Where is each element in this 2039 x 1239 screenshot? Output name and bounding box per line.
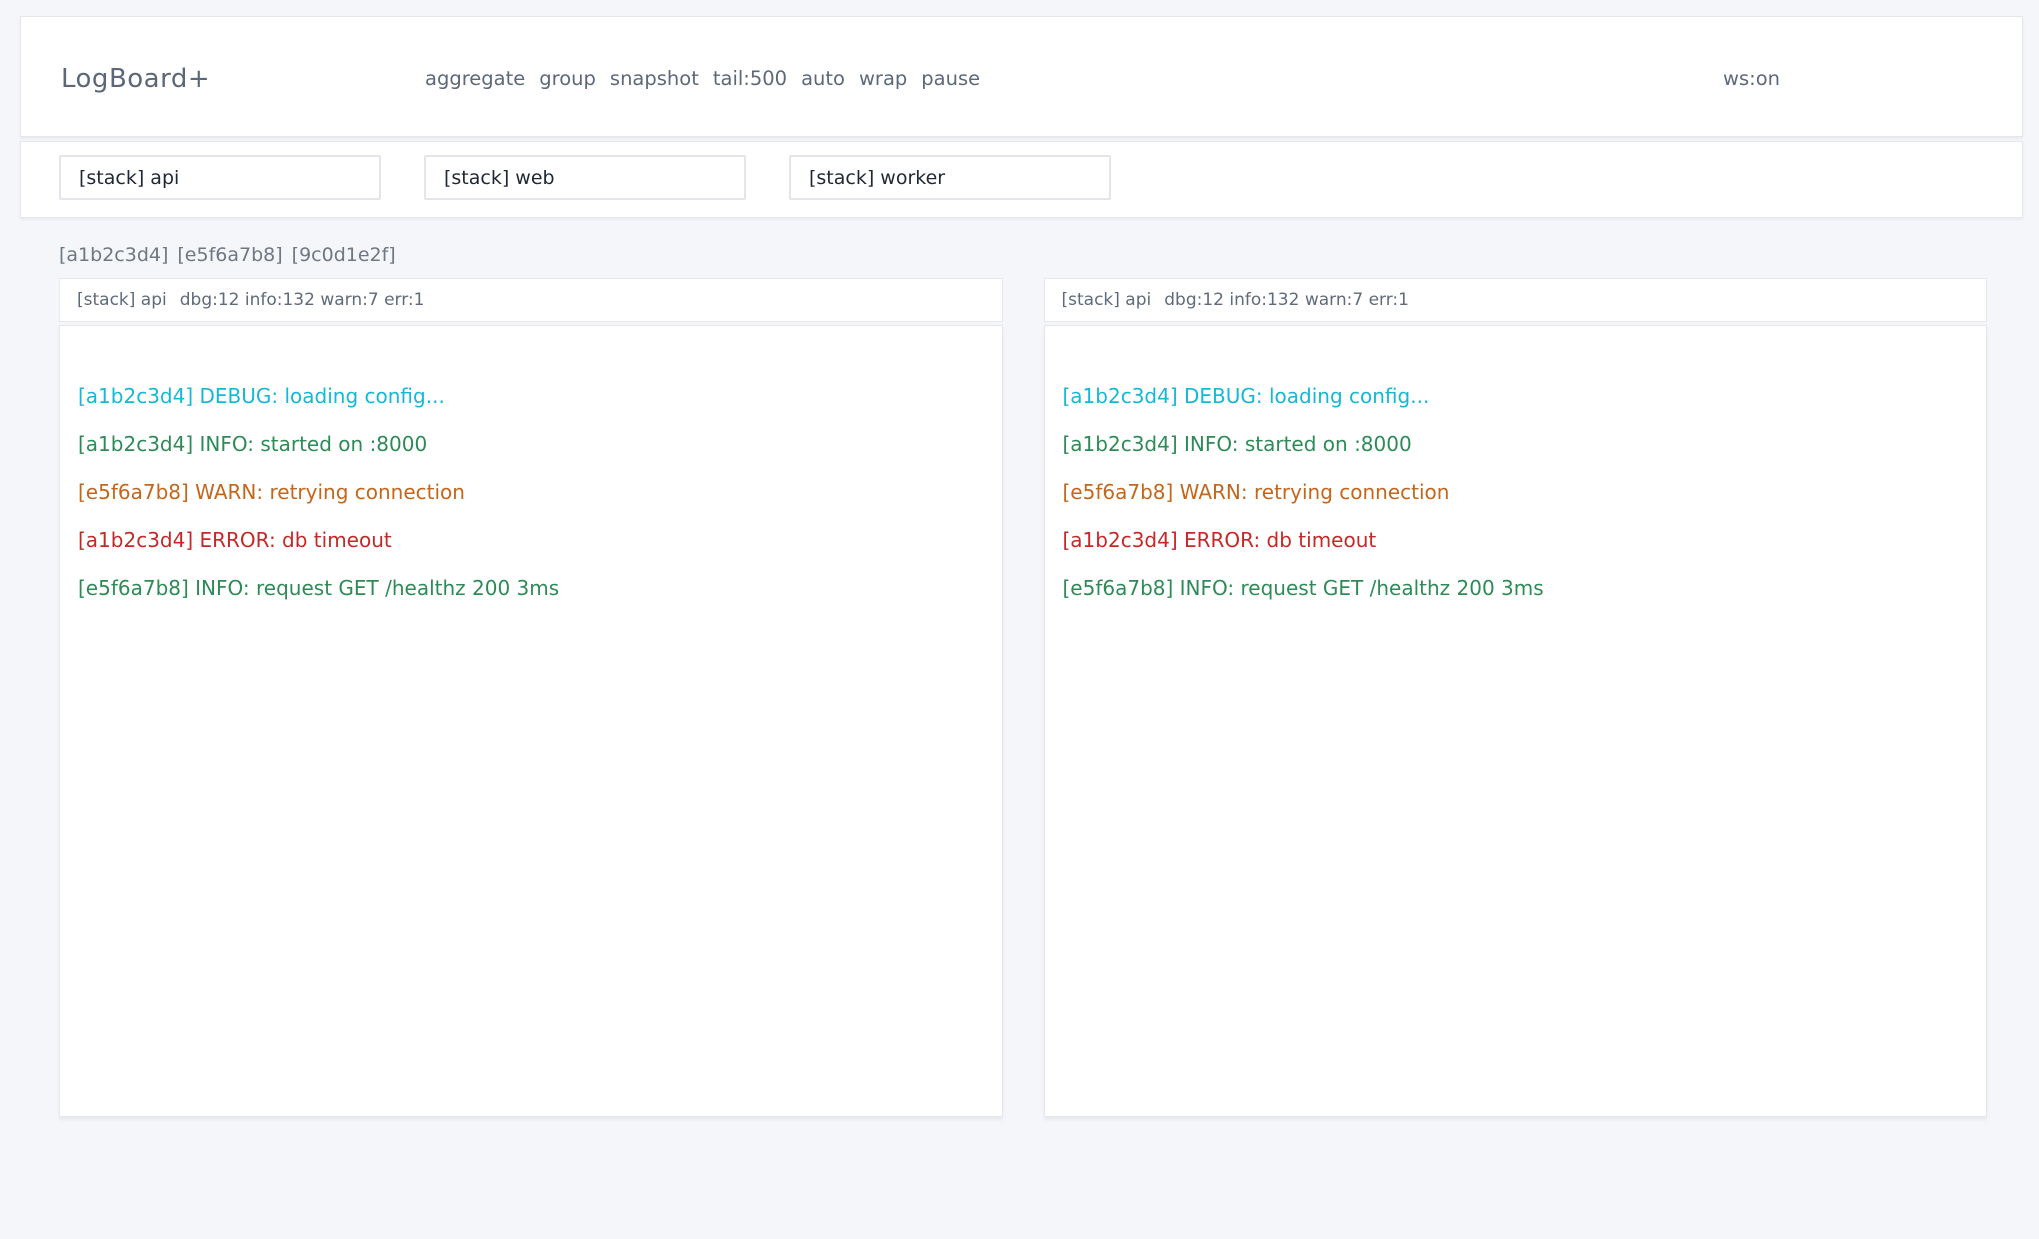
toolbar-item-auto[interactable]: auto [801, 67, 845, 90]
log-line: [a1b2c3d4] ERROR: db timeout [1063, 516, 1969, 564]
log-panel-header: [stack] api dbg:12 info:132 warn:7 err:1 [59, 278, 1003, 322]
log-panel-left: [stack] api dbg:12 info:132 warn:7 err:1… [59, 278, 1003, 1117]
toolbar-item-tail[interactable]: tail:500 [713, 67, 787, 90]
toolbar-item-aggregate[interactable]: aggregate [425, 67, 525, 90]
log-line: [e5f6a7b8] WARN: retrying connection [78, 468, 984, 516]
log-line: [e5f6a7b8] INFO: request GET /healthz 20… [78, 564, 984, 612]
breadcrumb: [a1b2c3d4] [e5f6a7b8] [9c0d1e2f] [59, 244, 1987, 267]
log-line: [a1b2c3d4] DEBUG: loading config... [1063, 372, 1969, 420]
log-line: [e5f6a7b8] INFO: request GET /healthz 20… [1063, 564, 1969, 612]
trace-id-chip[interactable]: [e5f6a7b8] [177, 244, 282, 267]
app-header: LogBoard+ aggregate group snapshot tail:… [20, 16, 2023, 137]
log-line: [a1b2c3d4] DEBUG: loading config... [78, 372, 984, 420]
page: LogBoard+ aggregate group snapshot tail:… [0, 0, 2039, 1239]
log-panel-body[interactable]: [a1b2c3d4] DEBUG: loading config... [a1b… [59, 325, 1003, 1117]
panels-grid: [stack] api dbg:12 info:132 warn:7 err:1… [59, 278, 1987, 1117]
log-panel-header: [stack] api dbg:12 info:132 warn:7 err:1 [1044, 278, 1988, 322]
main-content: [a1b2c3d4] [e5f6a7b8] [9c0d1e2f] [stack]… [59, 244, 1987, 1117]
toolbar-item-group[interactable]: group [539, 67, 596, 90]
log-line: [a1b2c3d4] INFO: started on :8000 [1063, 420, 1969, 468]
log-panel-title: [stack] api [1062, 290, 1152, 310]
log-line: [e5f6a7b8] WARN: retrying connection [1063, 468, 1969, 516]
log-line: [a1b2c3d4] INFO: started on :8000 [78, 420, 984, 468]
stack-filter-input-api[interactable] [59, 155, 381, 200]
log-line: [a1b2c3d4] ERROR: db timeout [78, 516, 984, 564]
trace-id-chip[interactable]: [9c0d1e2f] [292, 244, 396, 267]
toolbar-item-wrap[interactable]: wrap [859, 67, 907, 90]
filter-bar [20, 141, 2023, 218]
toolbar-item-snapshot[interactable]: snapshot [610, 67, 699, 90]
log-panel-right: [stack] api dbg:12 info:132 warn:7 err:1… [1044, 278, 1988, 1117]
toolbar: aggregate group snapshot tail:500 auto w… [425, 67, 980, 90]
log-panel-stats: dbg:12 info:132 warn:7 err:1 [180, 290, 425, 310]
stack-filter-input-worker[interactable] [789, 155, 1111, 200]
app-title: LogBoard+ [61, 64, 425, 94]
log-panel-stats: dbg:12 info:132 warn:7 err:1 [1164, 290, 1409, 310]
log-panel-body[interactable]: [a1b2c3d4] DEBUG: loading config... [a1b… [1044, 325, 1988, 1117]
ws-status-badge[interactable]: ws:on [1723, 67, 1780, 90]
stack-filter-input-web[interactable] [424, 155, 746, 200]
toolbar-item-pause[interactable]: pause [921, 67, 980, 90]
trace-id-chip[interactable]: [a1b2c3d4] [59, 244, 168, 267]
log-panel-title: [stack] api [77, 290, 167, 310]
